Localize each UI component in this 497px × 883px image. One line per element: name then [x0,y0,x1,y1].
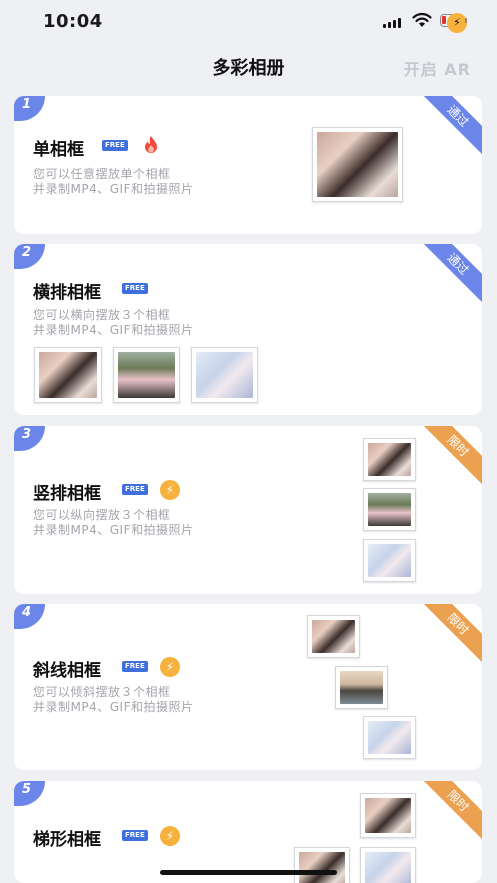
photo-frame-thumbnail [363,716,416,759]
free-badge: FREE [122,283,148,294]
photo-frame-thumbnail [294,847,350,883]
status-ribbon: 通过 [416,244,482,306]
status-ribbon: 限时 [416,781,482,843]
photo-frame-thumbnail [360,847,416,883]
photo-frame-thumbnail [363,539,416,582]
card-title: 梯形相框 [33,830,101,850]
photo-frame-thumbnail [360,793,416,838]
card-number-badge: 3 [14,426,45,451]
card-title: 斜线相框 [33,661,101,681]
status-ribbon: 限时 [416,426,482,488]
status-ribbon: 限时 [416,604,482,666]
frame-card-vertical[interactable]: 3 限时 竖排相框 FREE ⚡ 您可以纵向摆放３个相框 并录制MP4、GIF和拍… [14,426,482,594]
card-title: 单相框 [33,140,84,160]
open-ar-button[interactable]: 开启 AR [404,56,471,80]
card-description: 您可以倾斜摆放３个相框 并录制MP4、GIF和拍摄照片 [33,685,194,714]
frame-card-single[interactable]: 1 通过 单相框 FREE 您可以任意摆放单个相框 并录制MP4、GIF和拍摄照片 [14,96,482,234]
status-bar: 10:04 ⚡ [0,0,497,44]
frame-card-trapezoid[interactable]: 5 限时 梯形相框 FREE ⚡ [14,781,482,883]
card-description: 您可以纵向摆放３个相框 并录制MP4、GIF和拍摄照片 [33,508,194,537]
card-description: 您可以任意摆放单个相框 并录制MP4、GIF和拍摄照片 [33,167,194,196]
lightning-icon: ⚡ [160,480,180,500]
status-ribbon: 通过 [416,96,482,158]
battery-icon: ⚡ [440,13,467,33]
free-badge: FREE [102,140,128,151]
free-badge: FREE [122,830,148,841]
frame-card-diagonal[interactable]: 4 限时 斜线相框 FREE ⚡ 您可以倾斜摆放３个相框 并录制MP4、GIF和拍… [14,604,482,770]
home-indicator [160,870,337,875]
card-description: 您可以横向摆放３个相框 并录制MP4、GIF和拍摄照片 [33,308,194,337]
card-number-badge: 5 [14,781,45,806]
card-title: 竖排相框 [33,484,101,504]
photo-frame-thumbnail [191,347,258,403]
frame-card-horizontal[interactable]: 2 通过 横排相框 FREE 您可以横向摆放３个相框 并录制MP4、GIF和拍摄照… [14,244,482,415]
battery-cap [465,18,467,23]
free-badge: FREE [122,661,148,672]
card-number-badge: 4 [14,604,45,629]
card-number-badge: 1 [14,96,45,121]
photo-frame-thumbnail [307,615,360,658]
lightning-icon: ⚡ [160,826,180,846]
status-time: 10:04 [43,11,103,32]
cellular-signal-icon [383,16,405,28]
card-title: 横排相框 [33,283,101,303]
fire-icon [145,136,157,153]
photo-frame-thumbnail [312,127,403,202]
photo-frame-thumbnail [363,488,416,531]
photo-frame-thumbnail [34,347,102,403]
photo-frame-thumbnail [363,438,416,481]
wifi-icon [412,12,432,27]
free-badge: FREE [122,484,148,495]
lightning-icon: ⚡ [160,657,180,677]
photo-frame-thumbnail [113,347,180,403]
card-number-badge: 2 [14,244,45,269]
photo-frame-thumbnail [335,666,388,709]
